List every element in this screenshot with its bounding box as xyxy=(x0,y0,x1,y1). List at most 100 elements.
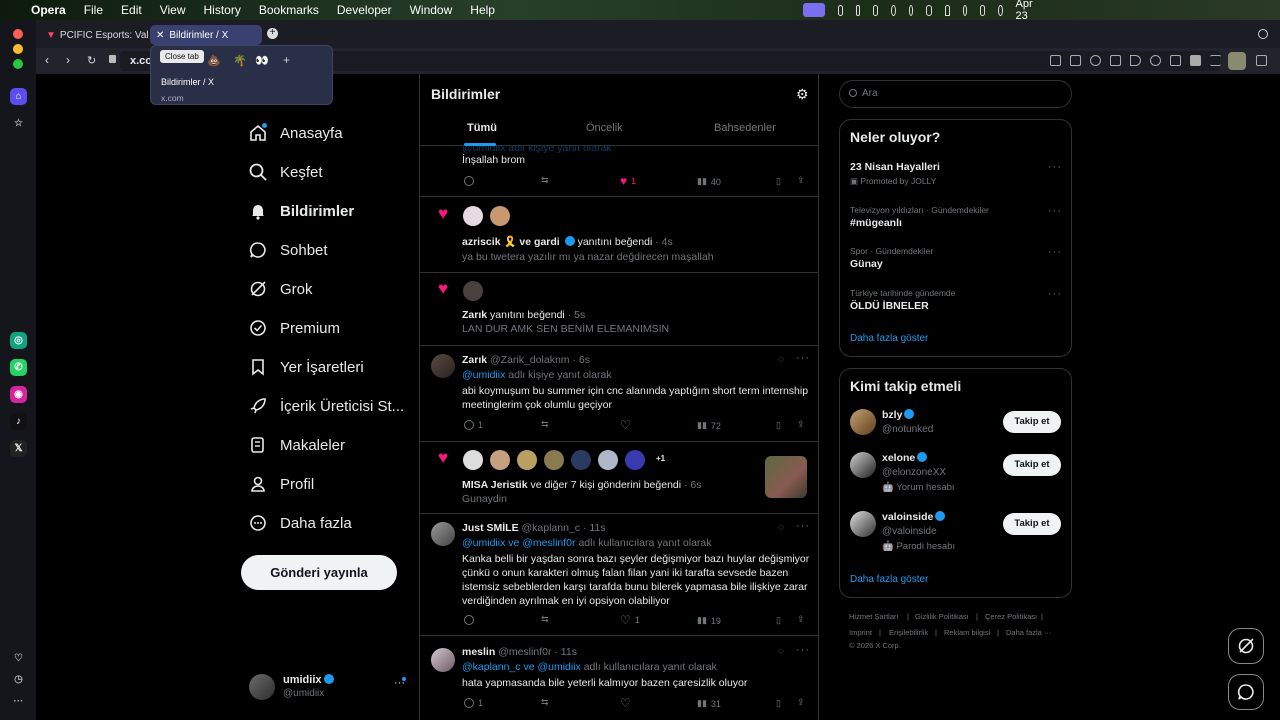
play-icon[interactable] xyxy=(1130,55,1141,66)
avatar[interactable] xyxy=(431,648,455,672)
search-tabs-icon[interactable] xyxy=(1258,29,1268,39)
avatar[interactable] xyxy=(490,450,510,470)
menu-bookmarks[interactable]: Bookmarks xyxy=(250,3,328,17)
avatar[interactable] xyxy=(544,450,564,470)
trend-item[interactable]: Spor · Gündemdekiler Günay ··· xyxy=(850,246,1065,276)
window-zoom-button[interactable] xyxy=(13,59,23,69)
bookmark-button[interactable]: ▯ xyxy=(776,176,781,187)
tiktok-icon[interactable]: ♪ xyxy=(10,413,27,430)
avatar[interactable] xyxy=(463,281,483,301)
reply-button[interactable] xyxy=(464,615,474,625)
nav-notifications[interactable]: Bildirimler xyxy=(248,192,354,230)
like-button[interactable]: ♡ 1 xyxy=(620,613,640,627)
more-icon[interactable]: ··· xyxy=(796,644,810,656)
more-icon[interactable]: ··· xyxy=(796,520,810,532)
nav-more[interactable]: Daha fazla xyxy=(248,504,352,542)
opera-home-icon[interactable]: ⌂ xyxy=(10,88,27,105)
footer-link[interactable]: Çerez Politikası xyxy=(985,612,1037,621)
share-button[interactable]: ⇪ xyxy=(797,419,805,430)
menu-app-opera[interactable]: Opera xyxy=(22,3,75,17)
grok-float-button[interactable] xyxy=(1228,628,1264,664)
menu-window[interactable]: Window xyxy=(401,3,462,17)
add-icon[interactable]: + xyxy=(283,53,290,67)
follow-button[interactable]: Takip et xyxy=(1003,454,1061,476)
retweet-button[interactable]: ⇆ xyxy=(541,614,549,625)
avatar[interactable] xyxy=(517,450,537,470)
search-input[interactable]: Ara xyxy=(839,80,1072,108)
close-tab-icon[interactable]: ✕ xyxy=(156,30,164,41)
tab-bildirimler[interactable]: ✕ Bildirimler / X xyxy=(150,25,262,45)
footer-link[interactable]: Gizlilik Politikası xyxy=(915,612,969,621)
cloud-icon[interactable] xyxy=(855,4,861,16)
grok-icon[interactable]: ◌ xyxy=(778,646,784,657)
avatar[interactable] xyxy=(850,511,876,537)
views-button[interactable]: ▮▮ 40 xyxy=(697,176,721,187)
avatar[interactable] xyxy=(625,450,645,470)
list-item[interactable]: ♥ azriscik 🎗️ ve gardi yanıtını beğendi … xyxy=(420,197,818,273)
retweet-button[interactable]: ⇆ xyxy=(541,175,549,186)
reply-button[interactable]: 1 xyxy=(464,420,483,430)
share-button[interactable]: ⇪ xyxy=(797,697,805,708)
retweet-button[interactable]: ⇆ xyxy=(541,419,549,430)
nav-creator-studio[interactable]: İçerik Üreticisi St... xyxy=(248,387,404,425)
window-minimize-button[interactable] xyxy=(13,44,23,54)
user-icon[interactable] xyxy=(908,4,914,16)
back-icon[interactable]: ‹ xyxy=(45,53,49,67)
nav-bookmarks[interactable]: Yer İşaretleri xyxy=(248,348,364,386)
shield-icon[interactable] xyxy=(1090,55,1101,66)
history-icon[interactable]: ◷ xyxy=(10,671,27,688)
menu-file[interactable]: File xyxy=(75,3,112,17)
chatgpt-icon[interactable]: ◎ xyxy=(10,332,27,349)
menu-help[interactable]: Help xyxy=(461,3,504,17)
nav-chat[interactable]: Sohbet xyxy=(248,231,328,269)
grok-icon[interactable]: ◌ xyxy=(778,354,784,365)
toggle-icon[interactable] xyxy=(1190,55,1201,66)
like-button[interactable]: ♥ 1 xyxy=(620,174,636,188)
bookmark-button[interactable]: ▯ xyxy=(776,420,781,431)
post-button[interactable]: Gönderi yayınla xyxy=(241,555,397,590)
tab-pcific[interactable]: ▼ PCIFIC Esports: Valorant xyxy=(40,25,148,45)
like-button[interactable]: ♡ xyxy=(620,418,631,432)
wifi-icon[interactable] xyxy=(945,4,950,16)
share-button[interactable]: ⇪ xyxy=(797,175,805,186)
download-icon[interactable] xyxy=(1110,55,1121,66)
window-close-button[interactable] xyxy=(13,29,23,39)
menu-icon[interactable] xyxy=(1210,55,1221,66)
bookmark-button[interactable]: ▯ xyxy=(776,615,781,626)
avatar[interactable] xyxy=(850,452,876,478)
avatar[interactable] xyxy=(571,450,591,470)
reply-button[interactable] xyxy=(464,176,474,186)
account-switcher[interactable]: umidiix @umidiix ··· xyxy=(248,670,418,704)
extensions-icon[interactable] xyxy=(1256,55,1267,66)
footer-link[interactable]: Reklam bilgisi xyxy=(944,628,990,637)
views-button[interactable]: ▮▮ 72 xyxy=(697,420,721,431)
status-icon[interactable] xyxy=(838,4,843,16)
list-item[interactable]: @umidiix adlı kişiye yanıt olarak İnşall… xyxy=(420,142,818,197)
more-icon[interactable]: ··· xyxy=(10,693,27,710)
retweet-button[interactable]: ⇆ xyxy=(541,697,549,708)
forward-icon[interactable]: › xyxy=(66,53,70,67)
avatar[interactable] xyxy=(598,450,618,470)
trend-item[interactable]: 23 Nisan Hayalleri ▣ Promoted by JOLLY ·… xyxy=(850,161,1065,191)
whatsapp-icon[interactable]: ✆ xyxy=(10,359,27,376)
avatar[interactable] xyxy=(431,354,455,378)
tab-priority[interactable]: Öncelik xyxy=(586,122,623,134)
reply-button[interactable]: 1 xyxy=(464,698,483,708)
table-row[interactable]: Zarık @Zarik_dolaknm · 6s ◌ ··· @umidiix… xyxy=(420,346,818,442)
star-icon[interactable]: ☆ xyxy=(10,115,27,132)
search-icon[interactable] xyxy=(962,4,968,16)
stage-manager-icon[interactable] xyxy=(803,3,825,17)
show-more-link[interactable]: Daha fazla göster xyxy=(850,574,928,585)
menu-history[interactable]: History xyxy=(195,3,250,17)
avatar[interactable] xyxy=(490,206,510,226)
more-icon[interactable]: ··· xyxy=(1048,205,1062,217)
control-center-icon[interactable] xyxy=(980,4,985,16)
share-button[interactable]: ⇪ xyxy=(797,614,805,625)
show-more-link[interactable]: Daha fazla göster xyxy=(850,333,928,344)
menu-view[interactable]: View xyxy=(151,3,195,17)
messages-float-button[interactable] xyxy=(1228,674,1264,710)
nav-explore[interactable]: Keşfet xyxy=(248,153,323,191)
more-icon[interactable]: ··· xyxy=(1048,288,1062,300)
avatar[interactable] xyxy=(431,522,455,546)
list-item[interactable]: ♥ +1 MISA Jeristik ve diğer 7 kişi gönde… xyxy=(420,442,818,514)
